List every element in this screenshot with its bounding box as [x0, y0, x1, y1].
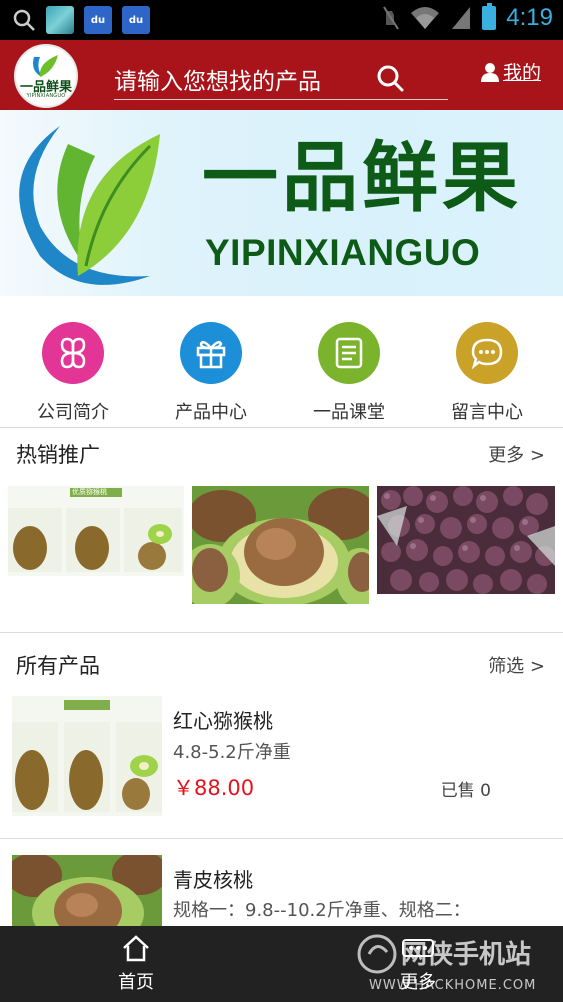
plum-product-image	[377, 486, 555, 594]
product-name: 红心猕猴桃	[173, 709, 273, 733]
category-label: 公司简介	[37, 402, 109, 423]
clock: 4:19	[506, 4, 553, 31]
status-notifications: du du	[12, 6, 150, 34]
hot-section-header: 热销推广 更多 >	[0, 429, 563, 479]
category-message-center[interactable]: 留言中心	[432, 322, 542, 424]
hot-product-image[interactable]	[192, 486, 369, 604]
hot-card-caption: 优质猕猴桃	[72, 488, 107, 496]
wifi-icon	[411, 7, 440, 29]
product-sold-count: 已售 0	[440, 781, 491, 801]
search-input[interactable]: 请输入您想找的产品	[114, 54, 448, 100]
tab-home-label: 首页	[118, 972, 154, 993]
hot-product-image[interactable]	[377, 486, 555, 594]
banner-title: 一品鲜果	[202, 133, 522, 222]
leaf-logo-icon	[19, 126, 160, 285]
image-notification-icon	[46, 6, 74, 34]
status-bar: du du 4:19	[0, 0, 563, 40]
watermark-text: 网侠手机站	[401, 940, 532, 970]
baidu-paw-icon: du	[122, 6, 150, 34]
hot-section-title: 热销推广	[16, 443, 100, 467]
signal-icon	[452, 7, 471, 29]
hot-more-link[interactable]: 更多 >	[488, 441, 545, 467]
product-divider	[0, 838, 563, 839]
chat-bubble-icon	[456, 322, 518, 384]
walnut-product-image	[192, 486, 369, 604]
category-company-intro[interactable]: 公司简介	[18, 322, 128, 424]
all-products-header: 所有产品 筛选 >	[0, 640, 563, 690]
category-label: 一品课堂	[313, 402, 385, 423]
product-thumbnail	[12, 855, 162, 927]
status-system-icons: 4:19	[382, 3, 553, 32]
logo-subtext: YIPINXIANGUO	[26, 93, 66, 99]
notepad-icon	[318, 322, 380, 384]
app-header: 一品鲜果 YIPINXIANGUO 请输入您想找的产品 我的	[0, 40, 563, 110]
category-product-center[interactable]: 产品中心	[156, 322, 266, 424]
mute-icon	[383, 6, 400, 30]
search-icon	[13, 9, 35, 31]
product-spec: 规格一：9.8--10.2斤净重、规格二：	[173, 900, 471, 921]
battery-icon	[482, 3, 497, 30]
watermark-logo-icon	[357, 934, 397, 974]
promo-banner[interactable]: 一品鲜果 YIPINXIANGUO	[0, 110, 563, 296]
search-icon[interactable]	[376, 64, 404, 92]
product-thumbnail	[12, 696, 162, 816]
category-label: 产品中心	[175, 402, 247, 423]
category-label: 留言中心	[451, 402, 523, 423]
hot-product-image[interactable]: 优质猕猴桃	[8, 486, 184, 576]
watermark-url: WWW.HACKHOME.COM	[369, 978, 537, 993]
product-name: 青皮核桃	[173, 868, 253, 892]
gift-icon	[180, 322, 242, 384]
banner-pinyin: YIPINXIANGUO	[205, 232, 481, 273]
category-nav: 公司简介 产品中心 一品课堂 留言中心	[0, 296, 563, 428]
my-account-label: 我的	[502, 62, 541, 84]
home-icon	[123, 935, 149, 962]
category-classroom[interactable]: 一品课堂	[294, 322, 404, 424]
product-spec: 4.8-5.2斤净重	[173, 742, 291, 763]
my-account-link[interactable]: 我的	[480, 58, 541, 85]
baidu-paw-icon: du	[84, 6, 112, 34]
clover-icon	[42, 322, 104, 384]
user-icon	[480, 62, 499, 82]
site-watermark: 网侠手机站 WWW.HACKHOME.COM	[355, 928, 555, 998]
tab-home[interactable]: 首页	[118, 934, 154, 994]
product-price: ￥88.00	[173, 776, 255, 800]
section-divider	[0, 632, 563, 633]
all-products-title: 所有产品	[16, 654, 100, 678]
app-logo[interactable]: 一品鲜果 YIPINXIANGUO	[14, 44, 78, 108]
leaf-logo-icon	[33, 55, 58, 77]
search-placeholder: 请输入您想找的产品	[114, 69, 321, 95]
filter-link[interactable]: 筛选 >	[488, 652, 545, 678]
kiwi-product-image	[8, 486, 184, 576]
